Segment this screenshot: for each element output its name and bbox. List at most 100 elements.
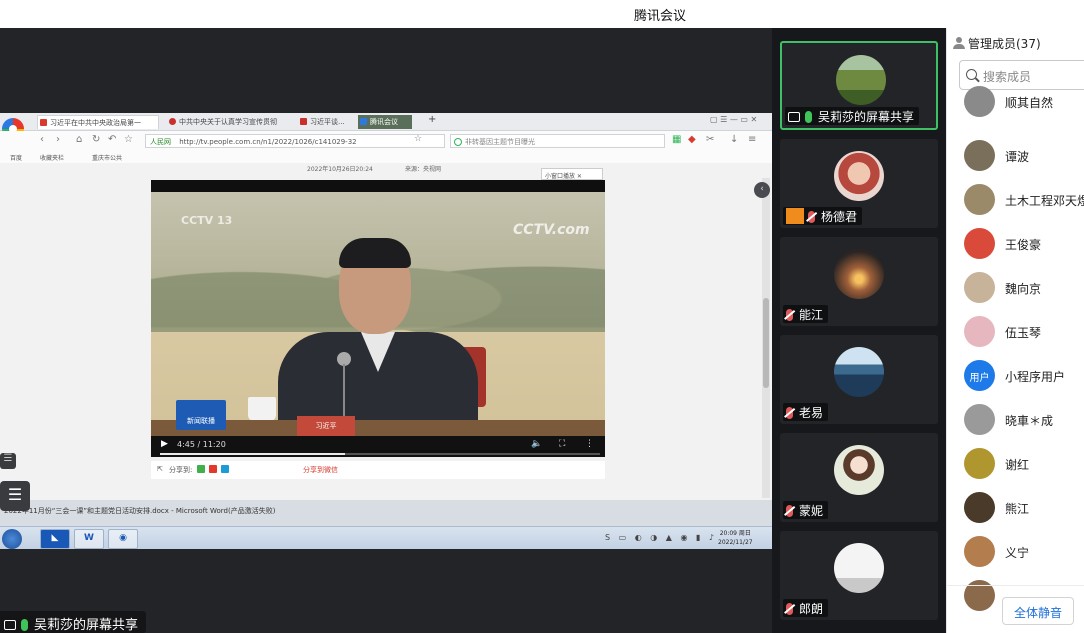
word-app-icon[interactable]: W bbox=[74, 529, 104, 549]
back-icon[interactable]: ‹ bbox=[40, 134, 44, 145]
scroll-thumb[interactable] bbox=[763, 298, 769, 388]
channel-number: CCTV 13 bbox=[181, 214, 233, 227]
browser-tab[interactable]: 习近平在中共中央政治局第一 bbox=[37, 115, 159, 129]
mic-muted-icon bbox=[786, 309, 793, 321]
new-tab-button[interactable]: + bbox=[428, 114, 442, 128]
browser-tab[interactable]: 腾讯会议 bbox=[358, 115, 412, 129]
menu-list-icon[interactable]: ☰ bbox=[0, 481, 30, 511]
video-tile[interactable]: 吴莉莎的屏幕共享 bbox=[780, 41, 938, 130]
avatar bbox=[834, 445, 884, 495]
bookmark-item[interactable]: 百度 bbox=[10, 153, 22, 162]
member-row[interactable]: 义宁 bbox=[947, 530, 1084, 574]
tile-name: 蒙妮 bbox=[799, 504, 824, 518]
video-tile[interactable]: 蒙妮 bbox=[780, 433, 938, 522]
member-name: 谭波 bbox=[1005, 150, 1030, 164]
favorite-icon[interactable]: ☆ bbox=[124, 134, 133, 145]
panel-title-text: 管理成员(37) bbox=[968, 37, 1041, 51]
mic-muted-icon bbox=[786, 407, 793, 419]
tile-label: 杨德君 bbox=[783, 207, 863, 225]
screen-share-icon bbox=[788, 112, 800, 122]
meeting-app-icon[interactable]: ◣ bbox=[40, 529, 70, 549]
video-tile[interactable]: 郎朗 bbox=[780, 531, 938, 620]
game-icon[interactable]: ◆ bbox=[688, 134, 696, 145]
member-avatar bbox=[964, 184, 995, 215]
bookmark-item[interactable]: 重庆市公共 bbox=[92, 153, 122, 162]
member-avatar bbox=[964, 228, 995, 259]
url-bar[interactable]: 人民网 http://tv.people.com.cn/n1/2022/1026… bbox=[145, 134, 445, 148]
video-tile[interactable]: 能江 bbox=[780, 237, 938, 326]
fullscreen-icon[interactable]: ⛶ bbox=[559, 439, 565, 449]
download-icon[interactable]: ↓ bbox=[730, 134, 738, 145]
member-avatar bbox=[964, 536, 995, 567]
clock-time: 20:09 周日 bbox=[719, 530, 751, 537]
browser-search-box[interactable]: 非转基因主题节目曝光 bbox=[450, 134, 665, 148]
member-avatar bbox=[964, 492, 995, 523]
video-progress-bar[interactable] bbox=[160, 453, 600, 455]
tab-label: 中共中央关于认真学习宣传贯彻 bbox=[179, 118, 277, 126]
undo-icon[interactable]: ↶ bbox=[108, 134, 116, 145]
member-avatar bbox=[964, 86, 995, 117]
forward-icon[interactable]: › bbox=[56, 134, 60, 145]
mic-muted-icon bbox=[786, 603, 793, 615]
video-tile[interactable]: 杨德君 bbox=[780, 139, 938, 228]
tile-name: 郎朗 bbox=[799, 602, 824, 616]
page-scrollbar[interactable] bbox=[762, 178, 770, 498]
member-row[interactable]: 熊江 bbox=[947, 486, 1084, 530]
system-clock[interactable]: 20:09 周日 2022/11/27 bbox=[718, 529, 753, 547]
list-toggle-icon[interactable]: ☰ bbox=[0, 453, 16, 469]
mic-on-icon bbox=[805, 111, 812, 123]
wechat-share-link[interactable]: 分享到微信 bbox=[303, 465, 338, 475]
mini-window-button[interactable]: 小窗口播放 ✕ bbox=[541, 168, 603, 180]
system-tray[interactable]: S ▭ ◐ ◑ ▲ ◉ ▮ ♪ bbox=[605, 533, 717, 542]
wechat-icon[interactable] bbox=[197, 465, 205, 473]
browser-tab[interactable]: 中共中央关于认真学习宣传贯彻 bbox=[167, 115, 289, 129]
mic-muted-icon bbox=[808, 211, 815, 223]
member-row[interactable]: 土木工程邓天煜 bbox=[947, 178, 1084, 222]
more-icon[interactable]: ⋮ bbox=[585, 439, 594, 449]
member-row[interactable]: 晓車＊成 bbox=[947, 398, 1084, 442]
stage-sharer-label: 吴莉莎的屏幕共享 bbox=[0, 611, 147, 633]
nameplate: 习近平 bbox=[297, 416, 355, 436]
member-row[interactable]: 用户 小程序用户 bbox=[947, 354, 1084, 398]
screen-share-icon bbox=[4, 620, 16, 630]
browser-tab[interactable]: 习近平谈... bbox=[298, 115, 356, 129]
home-icon[interactable]: ⌂ bbox=[76, 134, 82, 145]
play-icon[interactable]: ▶ bbox=[161, 439, 168, 449]
member-row[interactable]: 谢红 bbox=[947, 442, 1084, 486]
scissors-icon[interactable]: ✂ bbox=[706, 134, 714, 145]
search-text: 非转基因主题节目曝光 bbox=[465, 138, 535, 146]
news-logo: 新闻联播 bbox=[176, 400, 226, 430]
member-row[interactable]: 魏向京 bbox=[947, 266, 1084, 310]
apps-icon[interactable]: ▦ bbox=[672, 134, 681, 145]
window-titlebar: 腾讯会议 bbox=[0, 0, 1084, 28]
shared-screen: 习近平在中共中央政治局第一 中共中央关于认真学习宣传贯彻 习近平谈... 腾讯会… bbox=[0, 113, 772, 549]
main-stage: 习近平在中共中央政治局第一 中共中央关于认真学习宣传贯彻 习近平谈... 腾讯会… bbox=[0, 28, 772, 633]
share-icon[interactable]: ⇱ bbox=[157, 465, 163, 473]
member-row[interactable]: 顺其自然 bbox=[947, 80, 1084, 124]
weibo-icon[interactable] bbox=[209, 465, 217, 473]
start-icon[interactable] bbox=[2, 529, 22, 549]
window-controls[interactable]: ▢ ☰ — ▭ ✕ bbox=[710, 115, 770, 129]
star-icon[interactable]: ☆ bbox=[414, 134, 422, 144]
video-player[interactable]: CCTV 13 CCTV.com 习近平 新闻联播 ▶ 4:45 / 11:20… bbox=[151, 180, 605, 457]
video-tile[interactable]: 老易 bbox=[780, 335, 938, 424]
bookmark-item[interactable]: 收藏夹栏 bbox=[40, 153, 64, 162]
browser-app-icon[interactable]: ◉ bbox=[108, 529, 138, 549]
taskbar-preview-item[interactable]: 2022年11月份“三会一课”和主题党日活动安排.docx - Microsof… bbox=[4, 506, 275, 516]
tab-favicon-icon bbox=[360, 118, 367, 125]
tab-label: 习近平在中共中央政治局第一 bbox=[50, 119, 141, 127]
member-panel: 管理成员(37) 搜索成员 顺其自然 谭波 土木工程邓天煜 王俊豪 魏向京 伍玉琴 用户 小程… bbox=[946, 28, 1084, 633]
member-row[interactable]: 伍玉琴 bbox=[947, 310, 1084, 354]
mute-all-button[interactable]: 全体静音 bbox=[1002, 597, 1074, 625]
collapse-strip-icon[interactable]: ‹ bbox=[754, 182, 770, 198]
volume-icon[interactable]: 🔈 bbox=[531, 439, 542, 449]
member-avatar bbox=[964, 272, 995, 303]
qzone-icon[interactable] bbox=[221, 465, 229, 473]
member-row[interactable]: 谭波 bbox=[947, 134, 1084, 178]
member-row[interactable]: 王俊豪 bbox=[947, 222, 1084, 266]
refresh-icon[interactable]: ↻ bbox=[92, 134, 100, 145]
member-name: 熊江 bbox=[1005, 502, 1030, 516]
member-name: 伍玉琴 bbox=[1005, 326, 1042, 340]
menu-icon[interactable]: ≡ bbox=[748, 134, 756, 145]
microphone-stem bbox=[343, 364, 345, 416]
